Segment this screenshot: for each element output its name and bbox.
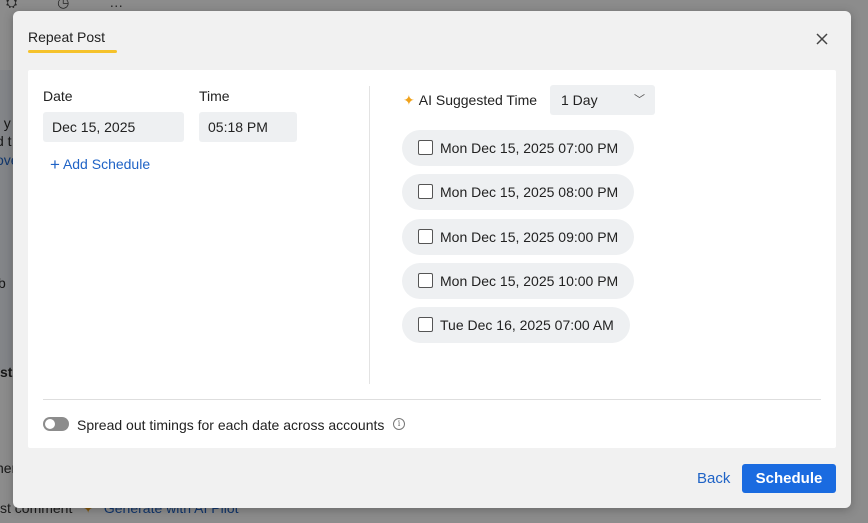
ai-range-value: 1 Day (561, 92, 598, 108)
suggested-slot-label: Tue Dec 16, 2025 07:00 AM (440, 317, 614, 333)
ai-suggested-heading: ✦ AI Suggested Time (403, 92, 537, 109)
checkbox[interactable] (418, 140, 433, 155)
column-divider (369, 86, 370, 384)
suggested-slot[interactable]: Mon Dec 15, 2025 08:00 PM (402, 174, 635, 210)
suggested-slot[interactable]: Mon Dec 15, 2025 09:00 PM (402, 219, 635, 255)
spread-timings-toggle[interactable] (43, 417, 69, 431)
checkbox[interactable] (418, 184, 433, 199)
suggested-slot[interactable]: Mon Dec 15, 2025 07:00 PM (402, 130, 635, 166)
ai-range-dropdown[interactable]: 1 Day ﹀ (550, 85, 655, 115)
time-label: Time (199, 88, 230, 104)
tab-repeat-post[interactable]: Repeat Post (28, 29, 105, 45)
checkbox[interactable] (418, 273, 433, 288)
suggested-slot-label: Mon Dec 15, 2025 10:00 PM (440, 273, 619, 289)
section-divider (43, 399, 821, 400)
sparkle-icon: ✦ (403, 92, 415, 108)
suggested-slot-label: Mon Dec 15, 2025 09:00 PM (440, 229, 619, 245)
suggested-slot[interactable]: Tue Dec 16, 2025 07:00 AM (402, 307, 630, 343)
chevron-down-icon: ﹀ (634, 94, 645, 106)
suggested-slot-label: Mon Dec 15, 2025 07:00 PM (440, 140, 619, 156)
suggested-slot[interactable]: Mon Dec 15, 2025 10:00 PM (402, 263, 635, 299)
date-label: Date (43, 88, 73, 104)
plus-icon: + (50, 155, 60, 174)
schedule-button[interactable]: Schedule (742, 464, 836, 493)
toggle-knob (45, 419, 55, 429)
ai-suggested-label: AI Suggested Time (418, 92, 538, 108)
schedule-panel: Date Dec 15, 2025 Time 05:18 PM + Add Sch… (28, 70, 836, 448)
back-button[interactable]: Back (697, 470, 730, 487)
close-button[interactable] (814, 31, 830, 47)
time-field[interactable]: 05:18 PM (199, 112, 297, 142)
info-icon[interactable]: i (393, 418, 405, 430)
add-schedule-label: Add Schedule (62, 156, 151, 172)
suggested-slot-label: Mon Dec 15, 2025 08:00 PM (440, 184, 619, 200)
checkbox[interactable] (418, 229, 433, 244)
checkbox[interactable] (418, 317, 433, 332)
close-icon (816, 33, 828, 45)
date-field[interactable]: Dec 15, 2025 (43, 112, 184, 142)
repeat-post-dialog: Repeat Post Date Dec 15, 2025 Time 05:18… (13, 11, 851, 508)
add-schedule-button[interactable]: + Add Schedule (50, 155, 150, 175)
active-tab-indicator (28, 50, 117, 53)
spread-timings-label: Spread out timings for each date across … (77, 417, 385, 433)
